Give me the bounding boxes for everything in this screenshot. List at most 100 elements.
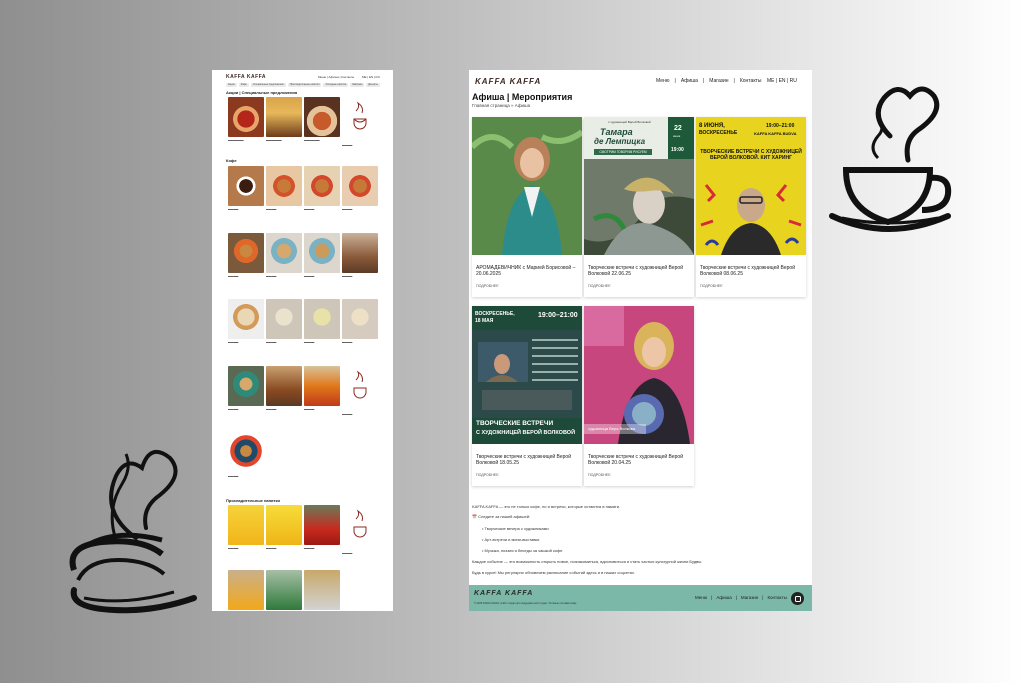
menu-item-photo xyxy=(266,505,302,545)
menu-item-card[interactable]: ▬▬▬▬▬▬ xyxy=(266,97,302,142)
event-card[interactable]: АРОМАДЕВИЧНИК с Марией Борисовой – 20.06… xyxy=(472,117,582,297)
coffee-cup-heart-steam-icon xyxy=(829,86,952,232)
menu-item-card[interactable]: ▬▬▬▬ xyxy=(342,233,378,278)
menu-item-card[interactable] xyxy=(266,570,302,610)
event-more-link[interactable]: ПОДРОБНЕЕ xyxy=(700,284,723,288)
menu-item-photo xyxy=(228,570,264,610)
section-title-coffee: Кофе xyxy=(226,158,237,163)
menu-tab[interactable]: Акции xyxy=(226,83,237,87)
footer-copyright: © 2025 KAFFA KAFFA | Сайт создан при под… xyxy=(474,602,577,605)
woman-portrait-illustration xyxy=(472,117,582,255)
menu-item-photo xyxy=(342,299,378,339)
menu-item-card[interactable]: ▬▬▬▬ xyxy=(266,505,302,550)
event-more-link[interactable]: ПОДРОБНЕЕ xyxy=(588,284,611,288)
menu-item-photo xyxy=(304,570,340,610)
event-card[interactable]: 8 ИЮНЯ, ВОСКРЕСЕНЬЕ 19:00–21:00 KAFFA KA… xyxy=(696,117,806,297)
menu-item-card[interactable]: ▬▬▬▬ xyxy=(342,97,378,147)
footer-logo[interactable]: KAFFA KAFFA xyxy=(474,590,533,597)
menu-item-photo xyxy=(228,97,264,137)
menu-item-name: ▬▬▬▬▬▬ xyxy=(228,139,244,142)
menu-item-card[interactable]: ▬▬▬▬ xyxy=(304,233,340,278)
language-switcher[interactable]: ME | EN | RU xyxy=(767,78,797,84)
menu-item-photo xyxy=(266,97,302,137)
menu-item-photo xyxy=(266,570,302,610)
cup-logo-icon xyxy=(353,101,367,130)
menu-item-card[interactable]: ▬▬▬▬ xyxy=(342,166,378,211)
menu-item-card[interactable]: ▬▬▬▬ xyxy=(304,505,340,550)
menu-item-card[interactable]: ▬▬▬▬ xyxy=(342,366,378,416)
footer-nav-events[interactable]: Афиша xyxy=(716,595,731,600)
event-more-link[interactable]: ПОДРОБНЕЕ xyxy=(588,473,611,477)
event-title[interactable]: АРОМАДЕВИЧНИК с Марией Борисовой – 20.06… xyxy=(476,265,578,277)
menu-page-screenshot: KAFFA KAFFA Меню | Афиша | Контакты ME |… xyxy=(212,70,393,611)
nav-menu[interactable]: Меню xyxy=(656,78,670,84)
events-page-screenshot: KAFFA KAFFA Меню | Афиша | Магазин | Контак… xyxy=(469,70,812,611)
instagram-icon[interactable] xyxy=(791,592,804,605)
event-poster: ВОСКРЕСЕНЬЕ, 18 МАЯ 19:00–21:00 ТВОРЧЕСК… xyxy=(472,306,582,444)
event-more-link[interactable]: ПОДРОБНЕЕ xyxy=(476,473,499,477)
breadcrumb[interactable]: Главная страница » Афиша xyxy=(472,103,530,108)
menu-tab[interactable]: Десерты xyxy=(366,83,380,87)
menu-item-photo xyxy=(266,299,302,339)
event-title[interactable]: Творческие встречи с художницей Верой Во… xyxy=(588,454,690,466)
footer-nav-contacts[interactable]: Контакты xyxy=(767,595,786,600)
menu-tab[interactable]: Специальные предложения xyxy=(250,83,286,87)
event-card[interactable]: ВОСКРЕСЕНЬЕ, 18 МАЯ 19:00–21:00 ТВОРЧЕСК… xyxy=(472,306,582,486)
menu-item-card[interactable] xyxy=(228,570,264,610)
menu-lang-switch[interactable]: ME | EN | RU xyxy=(362,75,380,79)
menu-item-card[interactable]: ▬▬▬▬ xyxy=(228,433,264,478)
event-more-link[interactable]: ПОДРОБНЕЕ xyxy=(476,284,499,288)
keith-haring-illustration xyxy=(696,175,806,255)
menu-item-card[interactable]: ▬▬▬▬ xyxy=(266,366,302,411)
nav-events[interactable]: Афиша xyxy=(681,78,698,84)
menu-item-photo xyxy=(266,366,302,406)
menu-item-card[interactable]: ▬▬▬▬ xyxy=(342,299,378,344)
menu-item-card[interactable]: ▬▬▬▬ xyxy=(266,299,302,344)
event-card[interactable]: художница Вера Волкова Творческие встреч… xyxy=(584,306,694,486)
menu-logo[interactable]: KAFFA KAFFA xyxy=(226,74,266,80)
footer: KAFFA KAFFA © 2025 KAFFA KAFFA | Сайт со… xyxy=(469,585,812,611)
menu-item-card[interactable]: ▬▬▬▬▬▬ xyxy=(304,97,340,142)
follow-text: 📅 Следите за нашей афишей: xyxy=(472,514,531,519)
menu-tab[interactable]: Холодные напитки xyxy=(323,83,349,87)
menu-item-card[interactable]: ▬▬▬▬ xyxy=(228,233,264,278)
menu-tab[interactable]: Завтраки xyxy=(350,83,365,87)
event-card[interactable]: с художницей Верой Волковой Тамара де Ле… xyxy=(584,117,694,297)
cup-logo-icon xyxy=(353,509,367,538)
event-title[interactable]: Творческие встречи с художницей Верой Во… xyxy=(700,265,802,277)
artist-photo-illustration xyxy=(472,330,582,418)
nav-shop[interactable]: Магазин xyxy=(709,78,728,84)
menu-item-card[interactable]: ▬▬▬▬ xyxy=(342,505,378,555)
menu-item-card[interactable]: ▬▬▬▬ xyxy=(304,366,340,411)
menu-item-name: ▬▬▬▬ xyxy=(342,144,353,147)
site-logo[interactable]: KAFFA KAFFA xyxy=(475,77,541,86)
menu-item-photo xyxy=(228,166,264,206)
menu-item-card[interactable] xyxy=(304,570,340,610)
artist-portrait-illustration xyxy=(584,306,694,444)
painting-illustration xyxy=(584,159,694,255)
menu-tab[interactable]: Кофе xyxy=(238,83,249,87)
event-title[interactable]: Творческие встречи с художницей Верой Во… xyxy=(588,265,690,277)
list-item: • Музыка, поэзия и беседы за чашкой кофе xyxy=(482,548,563,553)
menu-item-card[interactable]: ▬▬▬▬ xyxy=(228,366,264,411)
footer-nav-shop[interactable]: Магазин xyxy=(741,595,758,600)
menu-item-card[interactable]: ▬▬▬▬ xyxy=(266,166,302,211)
menu-tab[interactable]: Прохладительные напитки xyxy=(287,83,322,87)
menu-item-card[interactable]: ▬▬▬▬ xyxy=(304,166,340,211)
list-item: • Арт-встречи и мини-выставки xyxy=(482,537,540,542)
menu-item-card[interactable]: ▬▬▬▬ xyxy=(304,299,340,344)
cup-logo-icon xyxy=(353,370,367,399)
event-title[interactable]: Творческие встречи с художницей Верой Во… xyxy=(476,454,578,466)
menu-nav[interactable]: Меню | Афиша | Контакты xyxy=(318,75,354,79)
nav-contacts[interactable]: Контакты xyxy=(740,78,762,84)
menu-item-photo xyxy=(304,166,340,206)
menu-item-card[interactable]: ▬▬▬▬ xyxy=(266,233,302,278)
menu-item-photo xyxy=(304,233,340,273)
menu-item-card[interactable]: ▬▬▬▬ xyxy=(228,166,264,211)
menu-item-card[interactable]: ▬▬▬▬ xyxy=(228,505,264,550)
footer-nav-menu[interactable]: Меню xyxy=(695,595,707,600)
event-photo: художница Вера Волкова xyxy=(584,306,694,444)
menu-item-card[interactable]: ▬▬▬▬ xyxy=(228,299,264,344)
paragraph: Каждое событие — это возможность открыть… xyxy=(472,559,703,564)
menu-item-card[interactable]: ▬▬▬▬▬▬ xyxy=(228,97,264,142)
